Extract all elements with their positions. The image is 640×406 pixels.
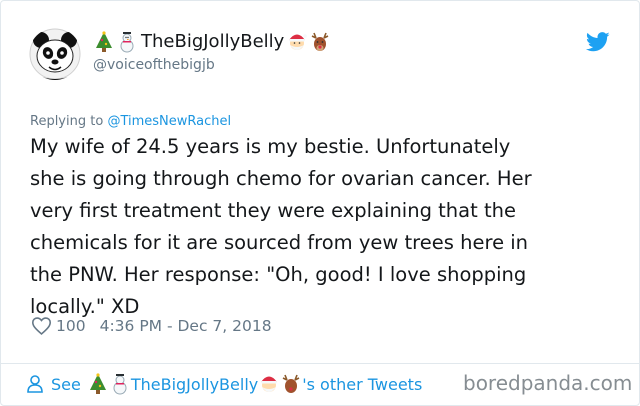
display-name[interactable]: TheBigJollyBelly [141, 31, 284, 53]
reindeer-icon [309, 31, 331, 53]
replying-to: Replying to @TimesNewRachel [30, 114, 231, 129]
watermark: boredpanda.com [463, 371, 633, 395]
timestamp[interactable]: 4:36 PM - Dec 7, 2018 [100, 317, 272, 335]
reindeer-icon [280, 373, 302, 395]
divider [1, 363, 639, 364]
like-count[interactable]: 100 [56, 317, 86, 335]
footer-name: TheBigJollyBelly [130, 374, 259, 394]
display-name-row[interactable]: TheBigJollyBelly [93, 31, 332, 53]
user-handle[interactable]: @voiceofthebigjb [93, 57, 215, 73]
santa-icon [286, 31, 308, 53]
tweet-meta: 100 4:36 PM - Dec 7, 2018 [31, 317, 272, 335]
person-icon [27, 375, 43, 393]
christmas-tree-icon [87, 373, 109, 395]
tweet-card: TheBigJollyBelly @voiceofthebigjb Replyi… [0, 0, 640, 406]
panda-avatar-icon[interactable] [29, 28, 81, 80]
twitter-bird-icon[interactable] [585, 32, 610, 52]
other-tweets-link[interactable]: See TheBigJollyBelly 's other Tweets [27, 373, 422, 395]
heart-icon[interactable] [31, 317, 52, 335]
snowman-icon [109, 373, 131, 395]
reply-prefix: Replying to [30, 114, 108, 129]
footer-suffix: 's other Tweets [302, 374, 423, 394]
christmas-tree-icon [93, 31, 115, 53]
footer-see: See [51, 374, 81, 394]
reply-to-link[interactable]: @TimesNewRachel [107, 114, 231, 129]
santa-icon [258, 373, 280, 395]
snowman-icon [116, 31, 138, 53]
tweet-text: My wife of 24.5 years is my bestie. Unfo… [30, 135, 532, 318]
